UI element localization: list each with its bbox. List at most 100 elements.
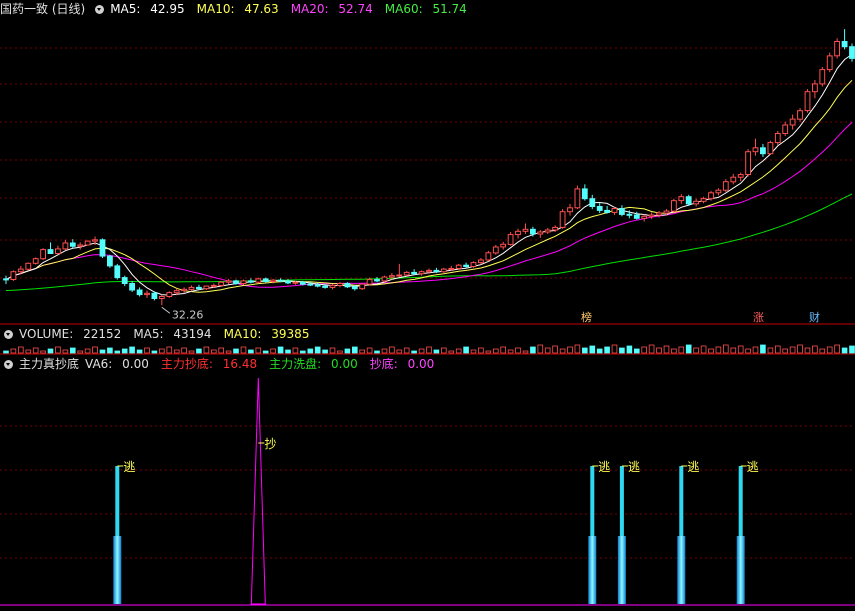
indicator-menu-icon[interactable] xyxy=(4,360,13,369)
candle-body xyxy=(337,283,343,286)
volume-bar xyxy=(552,345,558,354)
candle-body xyxy=(84,240,91,246)
candle-body xyxy=(440,268,447,273)
candle-body xyxy=(166,292,173,298)
volume-bar xyxy=(797,344,803,354)
volume-bar xyxy=(559,348,566,354)
volume-bar xyxy=(463,346,469,354)
volume-bar xyxy=(158,348,165,354)
volume-bar xyxy=(299,350,306,354)
volume-bar xyxy=(485,350,492,354)
volume-bar xyxy=(634,348,640,354)
main-panel-header: 国药一致 (日线) MA5: 42.95 MA10: 47.63 MA20: 52.7… xyxy=(0,0,479,18)
candle-body xyxy=(782,124,789,134)
tag-zhang[interactable]: 涨 xyxy=(752,312,765,324)
volume-bar xyxy=(403,347,410,354)
candle-body xyxy=(411,271,418,275)
volume-bar xyxy=(737,345,744,354)
volume-bar xyxy=(775,345,781,354)
volume-bar xyxy=(522,350,529,354)
volume-bar xyxy=(819,348,826,354)
candle-body xyxy=(136,289,143,296)
candle-body xyxy=(841,41,848,48)
volume-bar xyxy=(515,347,521,354)
volume-bar xyxy=(292,347,299,354)
candle-body xyxy=(819,69,826,85)
candle-body xyxy=(233,280,239,284)
volume-bar xyxy=(10,348,17,354)
volume-bar xyxy=(210,349,217,354)
candle-body xyxy=(389,275,395,278)
volume-bar xyxy=(537,344,544,354)
volume-bar xyxy=(626,345,633,354)
volume-bar xyxy=(582,347,588,354)
volume-menu-icon[interactable] xyxy=(4,330,13,339)
volume-bar xyxy=(663,345,670,354)
candle-body xyxy=(307,283,314,286)
volume-ma10-readout: MA10: 39385 xyxy=(223,327,310,341)
volume-bar xyxy=(337,350,343,354)
candle-body xyxy=(418,271,425,275)
volume-bar xyxy=(648,344,655,354)
candle-body xyxy=(121,277,128,285)
volume-bar xyxy=(841,347,848,354)
candle-body xyxy=(581,188,588,200)
candle-body xyxy=(25,262,32,270)
escape-label: 逃 xyxy=(598,460,610,474)
ma20-line xyxy=(5,122,853,288)
candle-body xyxy=(552,226,559,231)
volume-bar xyxy=(129,346,135,354)
candle-body xyxy=(715,189,722,194)
volume-bar xyxy=(203,346,210,354)
volume-bar xyxy=(92,346,98,354)
volume-bar xyxy=(470,349,477,354)
volume-bar xyxy=(730,347,737,354)
cd-readout: 抄底: 0.00 xyxy=(369,357,435,371)
volume-bar xyxy=(262,350,269,354)
candle-body xyxy=(530,228,536,235)
candle-body xyxy=(158,296,165,299)
candle-body xyxy=(240,280,247,284)
volume-panel-header: VOLUME: 22152 MA5: 43194 MA10: 39385 xyxy=(0,325,321,343)
candle-body xyxy=(663,210,670,214)
volume-bar xyxy=(596,348,603,354)
ma5-readout: MA5: 42.95 xyxy=(110,2,185,16)
volume-bar xyxy=(84,348,91,354)
candle-body xyxy=(92,239,98,242)
volume-bar xyxy=(671,348,677,354)
volume-bar xyxy=(196,348,202,354)
tag-bang[interactable]: 榜 xyxy=(580,312,593,324)
volume-bar xyxy=(589,345,596,354)
volume-bar xyxy=(381,348,388,354)
volume-bar xyxy=(544,347,551,354)
candle-body xyxy=(396,274,403,277)
panel-menu-icon[interactable] xyxy=(95,5,105,14)
volume-bar xyxy=(804,347,811,354)
candle-body xyxy=(270,279,277,283)
buy-label: 抄 xyxy=(264,437,276,451)
stock-name: 国药一致 (日线) xyxy=(0,2,86,16)
tag-cai[interactable]: 财 xyxy=(808,312,821,324)
volume-bar xyxy=(233,348,239,354)
volume-bar xyxy=(656,347,662,354)
escape-label: 逃 xyxy=(123,460,135,474)
volume-bar xyxy=(188,350,195,354)
candle-body xyxy=(77,244,84,247)
buy-signal-spike xyxy=(250,377,266,605)
volume-bar xyxy=(3,350,9,354)
indicator-name: 主力真抄底 xyxy=(19,357,80,371)
candle-body xyxy=(47,249,54,255)
volume-bar xyxy=(760,344,766,354)
candle-body xyxy=(40,249,47,260)
candle-body xyxy=(426,269,432,273)
volume-bar xyxy=(752,346,759,354)
candle-body xyxy=(678,196,685,202)
candle-body xyxy=(114,265,121,279)
candle-body xyxy=(181,288,187,292)
volume-bar xyxy=(478,347,484,354)
candle-body xyxy=(359,283,366,290)
volume-bar xyxy=(166,346,173,354)
candle-body xyxy=(173,290,180,294)
volume-bar xyxy=(745,348,751,354)
volume-bar xyxy=(151,350,158,354)
